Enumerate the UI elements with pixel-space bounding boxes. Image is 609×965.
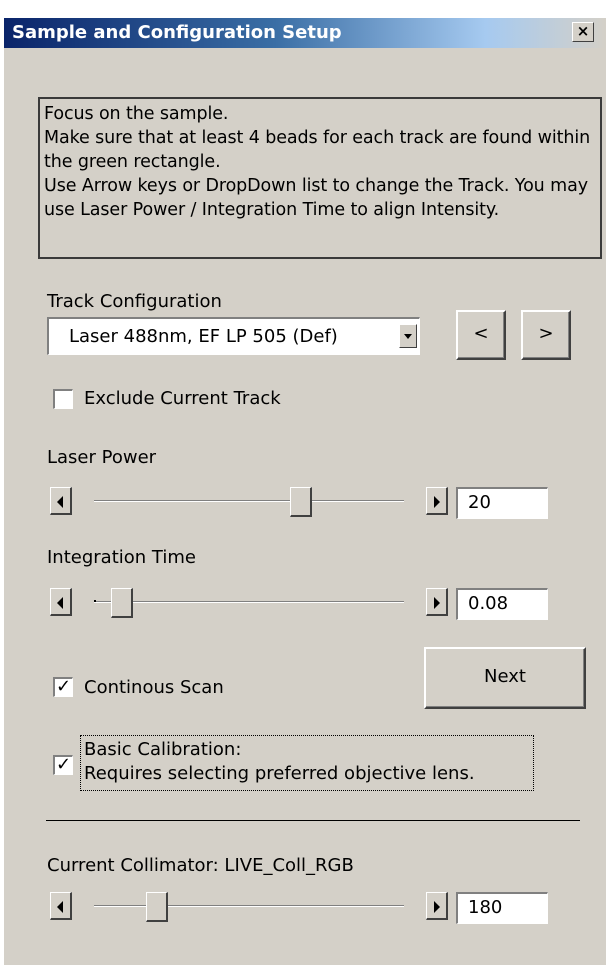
slider-thumb[interactable] — [289, 487, 312, 517]
basic-calibration-line1: Basic Calibration: — [84, 739, 242, 760]
laser-power-label: Laser Power — [47, 447, 157, 468]
slider-thumb[interactable] — [145, 892, 168, 922]
next-button[interactable]: Next — [424, 647, 586, 709]
basic-calibration-line2: Requires selecting preferred objective l… — [84, 763, 475, 784]
integration-time-label: Integration Time — [47, 547, 196, 568]
next-button-label: Next — [484, 666, 526, 687]
close-button[interactable]: × — [572, 22, 594, 42]
next-track-button[interactable]: > — [521, 310, 571, 360]
track-configuration-value: Laser 488nm, EF LP 505 (Def) — [69, 326, 338, 347]
basic-calibration-checkbox[interactable]: ✓ — [53, 755, 73, 775]
collimator-input[interactable]: 180 — [456, 892, 548, 924]
previous-track-button[interactable]: < — [456, 310, 506, 360]
previous-track-label: < — [473, 323, 489, 344]
slider-thumb[interactable] — [111, 588, 134, 618]
laser-power-slider[interactable] — [50, 487, 448, 517]
continuous-scan-label: Continous Scan — [84, 677, 224, 698]
exclude-track-label: Exclude Current Track — [84, 388, 281, 409]
arrow-right-icon[interactable] — [426, 892, 448, 920]
arrow-right-icon[interactable] — [426, 487, 448, 515]
integration-time-slider[interactable] — [50, 588, 448, 618]
track-configuration-select[interactable]: Laser 488nm, EF LP 505 (Def) — [47, 317, 420, 355]
slider-track — [94, 905, 404, 907]
laser-power-input[interactable]: 20 — [456, 487, 548, 519]
continuous-scan-checkbox[interactable]: ✓ — [53, 677, 73, 697]
slider-tick — [94, 600, 96, 602]
track-configuration-label: Track Configuration — [47, 291, 222, 312]
basic-calibration-label[interactable]: Basic Calibration: Requires selecting pr… — [80, 735, 534, 791]
arrow-right-icon[interactable] — [426, 588, 448, 616]
slider-track — [94, 500, 404, 502]
instructions-box: Focus on the sample. Make sure that at l… — [38, 97, 602, 259]
exclude-track-checkbox[interactable] — [53, 389, 73, 409]
separator — [46, 820, 580, 821]
next-track-label: > — [538, 323, 554, 344]
checkmark-icon: ✓ — [55, 754, 72, 775]
title-bar: Sample and Configuration Setup × — [4, 18, 606, 48]
collimator-slider[interactable] — [50, 892, 448, 922]
checkmark-icon: ✓ — [55, 676, 72, 697]
collimator-label: Current Collimator: LIVE_Coll_RGB — [47, 855, 354, 876]
window-title: Sample and Configuration Setup — [12, 22, 342, 43]
arrow-left-icon[interactable] — [50, 588, 72, 616]
slider-track — [94, 601, 404, 603]
arrow-left-icon[interactable] — [50, 892, 72, 920]
integration-time-input[interactable]: 0.08 — [456, 588, 548, 620]
arrow-left-icon[interactable] — [50, 487, 72, 515]
close-icon: × — [576, 22, 590, 40]
chevron-down-icon[interactable] — [399, 324, 417, 348]
